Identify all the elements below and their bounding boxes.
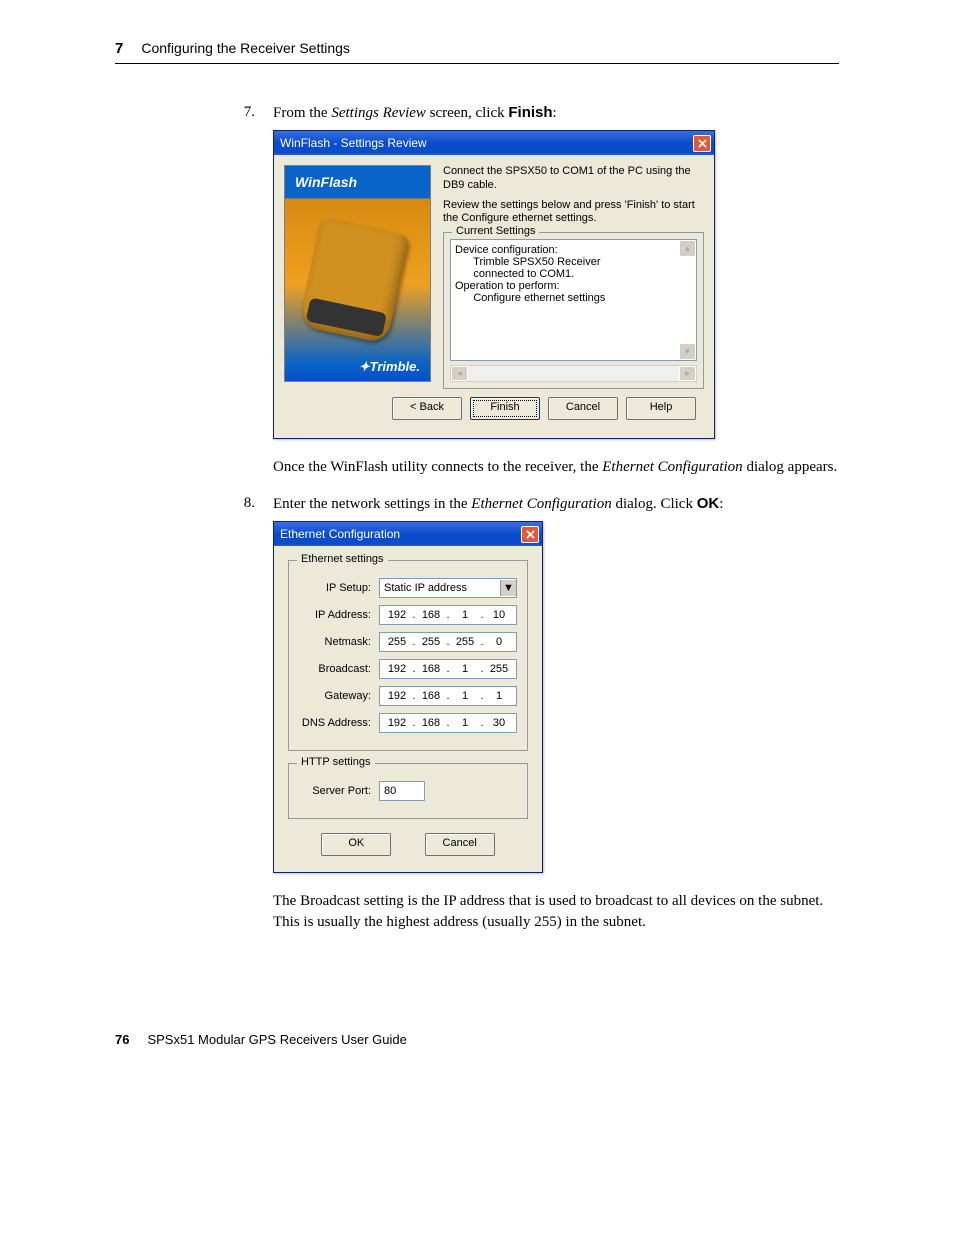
http-settings-group: HTTP settings Server Port: 80 bbox=[288, 763, 528, 819]
chapter-title: Configuring the Receiver Settings bbox=[141, 40, 350, 56]
chapter-number: 7 bbox=[115, 40, 123, 57]
dns-address-label: DNS Address: bbox=[299, 717, 379, 729]
back-button[interactable]: < Back bbox=[392, 397, 462, 420]
broadcast-label: Broadcast: bbox=[299, 663, 379, 675]
window-title: WinFlash - Settings Review bbox=[280, 136, 427, 150]
brand-panel: WinFlash ✦Trimble. bbox=[284, 165, 431, 382]
group-legend: HTTP settings bbox=[297, 756, 375, 768]
instruction-text-2: Review the settings below and press 'Fin… bbox=[443, 199, 704, 227]
page-number: 76 bbox=[115, 1032, 129, 1047]
winflash-settings-review-dialog: WinFlash - Settings Review WinFlash ✦Tri… bbox=[273, 130, 715, 439]
ethernet-settings-group: Ethernet settings IP Setup: Static IP ad… bbox=[288, 560, 528, 751]
ip-setup-value: Static IP address bbox=[384, 582, 467, 594]
paragraph-after-step8: The Broadcast setting is the IP address … bbox=[273, 891, 839, 932]
scroll-left-button[interactable]: ◂ bbox=[451, 366, 468, 381]
server-port-input[interactable]: 80 bbox=[379, 781, 425, 801]
close-button[interactable] bbox=[693, 135, 711, 152]
page-header: 7 Configuring the Receiver Settings bbox=[115, 40, 839, 64]
scroll-right-button[interactable]: ▸ bbox=[679, 366, 696, 381]
titlebar[interactable]: WinFlash - Settings Review bbox=[274, 131, 714, 155]
step-number: 8. bbox=[235, 495, 255, 513]
titlebar[interactable]: Ethernet Configuration bbox=[274, 522, 542, 546]
step-7: 7. From the Settings Review screen, clic… bbox=[235, 104, 839, 122]
paragraph-after-step7: Once the WinFlash utility connects to th… bbox=[273, 457, 839, 477]
ip-setup-label: IP Setup: bbox=[299, 582, 379, 594]
trimble-logo-text: ✦Trimble. bbox=[359, 359, 420, 375]
instruction-text-1: Connect the SPSX50 to COM1 of the PC usi… bbox=[443, 165, 704, 193]
group-legend: Current Settings bbox=[452, 225, 539, 237]
cancel-button[interactable]: Cancel bbox=[548, 397, 618, 420]
broadcast-input[interactable]: 192. 168. 1. 255 bbox=[379, 659, 517, 679]
winflash-logo-text: WinFlash bbox=[295, 174, 357, 190]
settings-textarea[interactable]: Device configuration: Trimble SPSX50 Rec… bbox=[450, 239, 697, 361]
page-footer: 76 SPSx51 Modular GPS Receivers User Gui… bbox=[115, 1032, 839, 1047]
current-settings-group: Current Settings Device configuration: T… bbox=[443, 232, 704, 389]
step-8: 8. Enter the network settings in the Eth… bbox=[235, 495, 839, 513]
step-number: 7. bbox=[235, 104, 255, 122]
ok-button[interactable]: OK bbox=[321, 833, 391, 856]
device-image bbox=[299, 218, 410, 344]
netmask-label: Netmask: bbox=[299, 636, 379, 648]
window-title: Ethernet Configuration bbox=[280, 527, 400, 541]
netmask-input[interactable]: 255. 255. 255. 0 bbox=[379, 632, 517, 652]
close-button[interactable] bbox=[521, 526, 539, 543]
ip-address-label: IP Address: bbox=[299, 609, 379, 621]
scroll-down-button[interactable]: ▾ bbox=[679, 343, 696, 360]
document-title: SPSx51 Modular GPS Receivers User Guide bbox=[147, 1032, 406, 1047]
group-legend: Ethernet settings bbox=[297, 553, 388, 565]
gateway-input[interactable]: 192. 168. 1. 1 bbox=[379, 686, 517, 706]
chevron-down-icon: ▼ bbox=[500, 580, 516, 596]
close-icon bbox=[526, 530, 535, 539]
ip-address-input[interactable]: 192. 168. 1. 10 bbox=[379, 605, 517, 625]
ethernet-configuration-dialog: Ethernet Configuration Ethernet settings… bbox=[273, 521, 543, 873]
finish-button[interactable]: Finish bbox=[470, 397, 540, 420]
step-text: Enter the network settings in the Ethern… bbox=[273, 495, 839, 513]
dns-address-input[interactable]: 192. 168. 1. 30 bbox=[379, 713, 517, 733]
gateway-label: Gateway: bbox=[299, 690, 379, 702]
server-port-label: Server Port: bbox=[299, 785, 379, 797]
cancel-button[interactable]: Cancel bbox=[425, 833, 495, 856]
close-icon bbox=[698, 139, 707, 148]
ip-setup-select[interactable]: Static IP address ▼ bbox=[379, 578, 517, 598]
scroll-up-button[interactable]: ▴ bbox=[679, 240, 696, 257]
step-text: From the Settings Review screen, click F… bbox=[273, 104, 839, 122]
help-button[interactable]: Help bbox=[626, 397, 696, 420]
horizontal-scrollbar[interactable]: ◂ ▸ bbox=[450, 365, 697, 382]
